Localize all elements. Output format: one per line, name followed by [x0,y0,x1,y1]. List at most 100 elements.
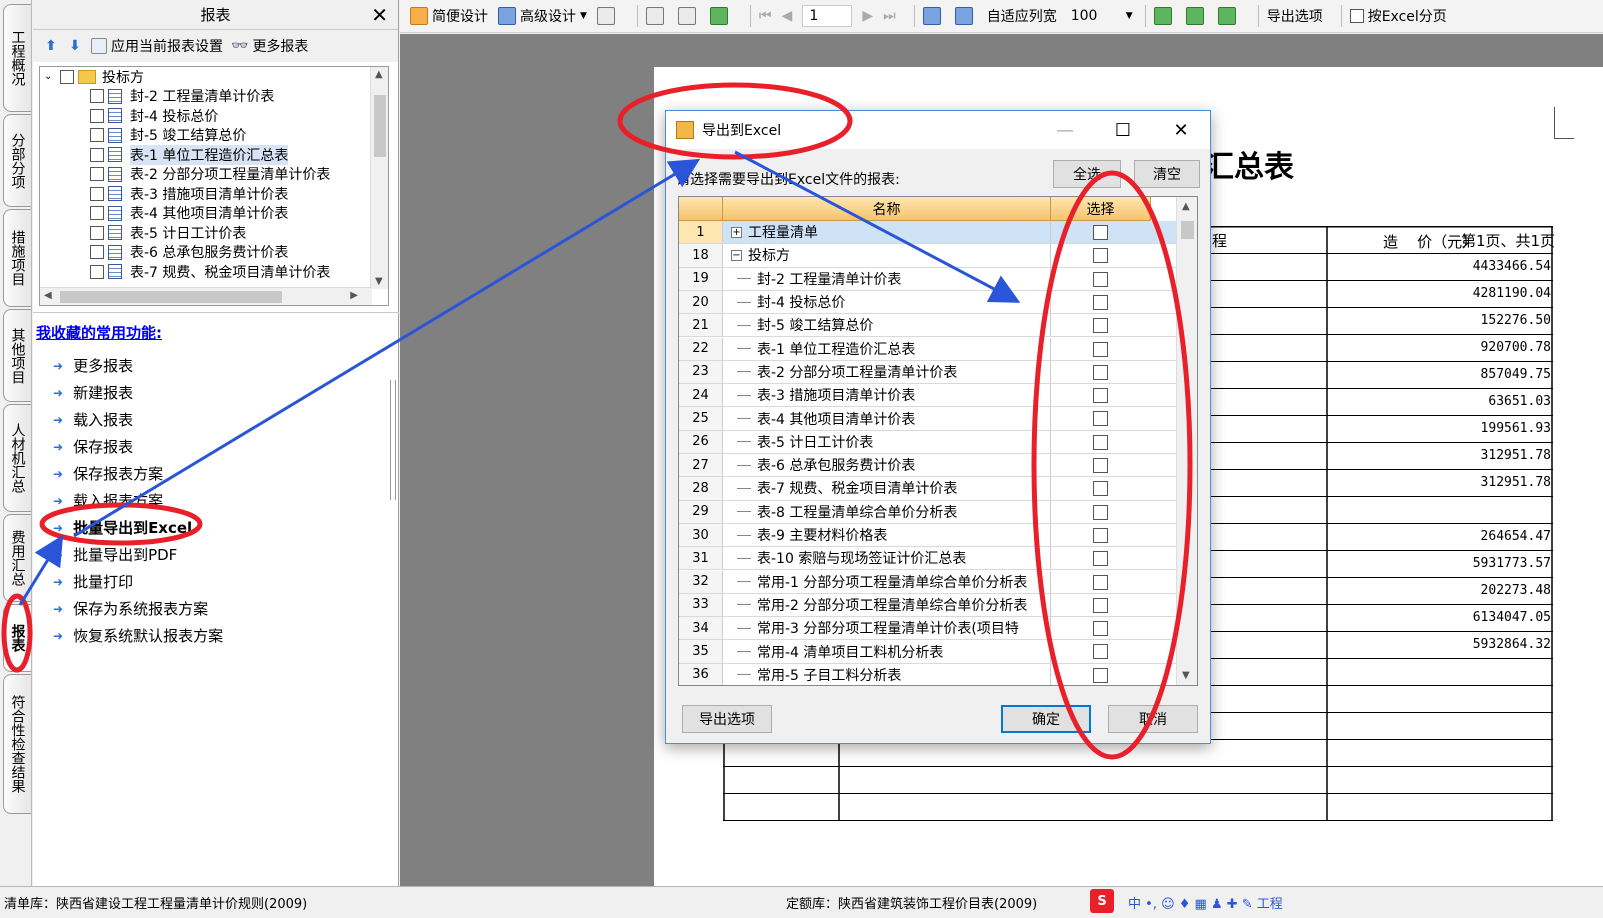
scroll-right-icon[interactable]: ▶ [350,290,358,301]
checkbox-icon[interactable] [90,89,104,104]
zoom-in-button[interactable] [922,7,945,25]
favorite-item[interactable]: ➜ 批量打印 [53,568,223,595]
checkbox-icon[interactable] [90,186,104,201]
excel-export-button[interactable] [1153,7,1176,25]
maximize-icon[interactable]: ☐ [1094,111,1152,149]
select-checkbox[interactable] [1093,225,1108,240]
favorite-item[interactable]: ➜ 载入报表方案 [53,487,223,514]
ime-logo-icon[interactable]: S [1090,889,1114,913]
select-checkbox[interactable] [1093,504,1108,520]
scroll-down-icon[interactable]: ▼ [1182,670,1190,681]
grid-row[interactable]: 22 表-1 单位工程造价汇总表 [679,337,1177,361]
tree-item[interactable]: 封-5 竣工结算总价 [44,126,364,146]
vtab-6[interactable]: 报表 [3,604,31,672]
page-view-button-1[interactable] [645,7,668,25]
collapse-icon[interactable]: ⌄ [44,71,60,82]
scroll-up-icon[interactable]: ▲ [375,69,383,80]
fit-width-button[interactable]: 自适应列宽 [987,6,1057,26]
favorite-item[interactable]: ➜ 载入报表 [53,406,223,433]
simple-design-button[interactable]: 简便设计 [410,6,488,26]
more-reports-button[interactable]: 👓 更多报表 [231,36,308,56]
checkbox-icon[interactable] [90,206,104,221]
tree-root[interactable]: ⌄ 投标方 [44,67,364,87]
checkbox-icon[interactable] [90,264,104,279]
vtab-4[interactable]: 人材机汇总 [3,404,31,512]
vtab-0[interactable]: 工程概况 [3,4,31,112]
favorite-item[interactable]: ➜ 更多报表 [53,352,223,379]
select-checkbox[interactable] [1093,574,1108,590]
grid-row[interactable]: 32 常用-1 分部分项工程量清单综合单价分析表 [679,570,1177,594]
page-view-button-3[interactable] [709,7,732,25]
grid-row[interactable]: 29 表-8 工程量清单综合单价分析表 [679,500,1177,524]
vtab-2[interactable]: 措施项目 [3,209,31,307]
grid-row[interactable]: 25 表-4 其他项目清单计价表 [679,407,1177,431]
checkbox-icon[interactable] [90,128,104,143]
favorite-item[interactable]: ➜ 新建报表 [53,379,223,406]
tree-item[interactable]: 表-7 规费、税金项目清单计价表 [44,262,364,282]
scroll-down-icon[interactable]: ▼ [375,276,383,287]
zoom-select[interactable]: 100 ▼ [1067,5,1137,27]
word-export-button[interactable] [1185,7,1208,25]
apply-settings-button[interactable]: 应用当前报表设置 [91,36,223,56]
select-checkbox[interactable] [1093,527,1108,543]
close-icon[interactable]: ✕ [1152,111,1210,149]
select-all-button[interactable]: 全选 [1053,160,1121,188]
prev-page-button[interactable]: ◀ [782,8,793,24]
select-checkbox[interactable] [1093,388,1108,404]
export-options-button[interactable]: 导出选项 [1267,6,1323,26]
panel-splitter[interactable] [390,380,396,500]
select-checkbox[interactable] [1093,341,1108,357]
checkbox-icon[interactable] [90,108,104,123]
grid-row[interactable]: 30 表-9 主要材料价格表 [679,523,1177,548]
advanced-design-button[interactable]: 高级设计 ▼ [498,6,587,26]
move-up-icon[interactable]: ⬆ [43,38,59,54]
grid-row[interactable]: 21 封-5 竣工结算总价 [679,314,1177,338]
checkbox-icon[interactable] [60,69,74,84]
select-checkbox[interactable] [1093,434,1108,450]
clear-button[interactable]: 清空 [1134,160,1200,188]
tree-item[interactable]: 表-4 其他项目清单计价表 [44,204,364,224]
favorite-item[interactable]: ➜ 批量导出到Excel [53,514,223,541]
tree-item[interactable]: 表-6 总承包服务费计价表 [44,243,364,263]
collapse-icon[interactable]: − [731,249,742,261]
grid-row[interactable]: 26 表-5 计日工计价表 [679,430,1177,454]
select-checkbox[interactable] [1093,271,1108,287]
scroll-up-icon[interactable]: ▲ [1182,201,1190,212]
favorite-item[interactable]: ➜ 保存为系统报表方案 [53,595,223,622]
tree-item[interactable]: 封-2 工程量清单计价表 [44,87,364,107]
first-page-button[interactable]: ⏮ [759,8,772,24]
column-header-name[interactable]: 名称 [723,197,1051,221]
export-options-button[interactable]: 导出选项 [682,705,772,733]
grid-row[interactable]: 33 常用-2 分部分项工程量清单综合单价分析表 [679,593,1177,618]
select-checkbox[interactable] [1093,318,1108,334]
select-checkbox[interactable] [1093,294,1108,310]
grid-row[interactable]: 24 表-3 措施项目清单计价表 [679,384,1177,408]
grid-row[interactable]: 23 表-2 分部分项工程量清单计价表 [679,360,1177,385]
close-icon[interactable]: ✕ [371,3,388,27]
ok-button[interactable]: 确定 [1001,705,1091,733]
favorite-item[interactable]: ➜ 保存报表方案 [53,460,223,487]
checkbox-icon[interactable] [90,147,104,162]
batch-export-button[interactable] [1217,7,1240,25]
page-view-button-2[interactable] [677,7,700,25]
select-checkbox[interactable] [1093,597,1108,613]
zoom-out-button[interactable] [954,7,977,25]
vtab-3[interactable]: 其他项目 [3,309,31,402]
grid-row[interactable]: 20 封-4 投标总价 [679,290,1177,315]
vtab-7[interactable]: 符合性检查结果 [3,674,31,814]
grid-row[interactable]: 36 常用-5 子目工料分析表 [679,663,1177,685]
checkbox-icon[interactable] [90,167,104,182]
select-checkbox[interactable] [1093,364,1108,380]
ime-tray[interactable]: 中 •, ☺ ♦ ▦ ♟ ✚ ✎ 工程 [1128,893,1283,912]
select-checkbox[interactable] [1093,458,1108,473]
grid-row[interactable]: 19 封-2 工程量清单计价表 [679,267,1177,291]
cancel-button[interactable]: 取消 [1108,705,1198,733]
grid-row[interactable]: 18− 投标方 [679,244,1177,268]
print-button[interactable] [596,7,619,25]
tree-item[interactable]: 表-2 分部分项工程量清单计价表 [44,165,364,185]
excel-paging-checkbox[interactable]: 按Excel分页 [1349,6,1447,26]
page-number-input[interactable]: 1 [802,5,853,27]
select-checkbox[interactable] [1093,621,1108,637]
tree-item[interactable]: 表-1 单位工程造价汇总表 [44,144,364,165]
grid-row[interactable]: 27 表-6 总承包服务费计价表 [679,454,1177,478]
